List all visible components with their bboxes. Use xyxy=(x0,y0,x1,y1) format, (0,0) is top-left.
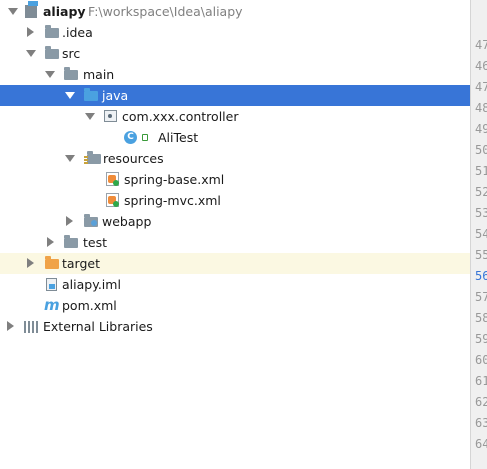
idea-label: .idea xyxy=(62,25,93,40)
class-label: AliTest xyxy=(158,130,199,145)
pom-label: pom.xml xyxy=(62,298,117,313)
line-number: 55 xyxy=(475,248,487,262)
line-number: 60 xyxy=(475,353,487,367)
package-icon xyxy=(104,110,117,122)
webapp-label: webapp xyxy=(102,214,152,229)
tree-node-spring-mvc[interactable]: spring-mvc.xml xyxy=(0,190,470,211)
iml-label: aliapy.iml xyxy=(62,277,121,292)
tree-node-target[interactable]: target xyxy=(0,253,470,274)
current-line-number: 56 xyxy=(475,269,487,283)
line-number: 64 xyxy=(475,437,487,451)
main-label: main xyxy=(83,67,115,82)
tree-node-idea[interactable]: .idea xyxy=(0,22,470,43)
excluded-folder-icon xyxy=(45,256,59,269)
class-c-icon: C xyxy=(124,131,137,144)
root-name: aliapy xyxy=(43,4,86,19)
resources-label: resources xyxy=(103,151,164,166)
package-label: com.xxx.controller xyxy=(122,109,239,124)
tree-node-root[interactable]: aliapy F:\workspace\Idea\aliapy xyxy=(0,1,470,22)
line-number: 49 xyxy=(475,122,487,136)
line-number: 52 xyxy=(475,185,487,199)
java-label: java xyxy=(102,88,129,103)
iml-file-icon xyxy=(46,278,57,291)
folder-icon xyxy=(45,25,59,38)
line-number: 53 xyxy=(475,206,487,220)
expand-arrow-icon[interactable] xyxy=(45,71,55,78)
line-number: 63 xyxy=(475,416,487,430)
target-label: target xyxy=(62,256,101,271)
spring-base-label: spring-base.xml xyxy=(124,172,225,187)
resources-folder-icon xyxy=(84,151,101,164)
expand-arrow-icon[interactable] xyxy=(85,113,95,120)
tree-node-pom[interactable]: m pom.xml xyxy=(0,295,470,316)
expand-arrow-icon[interactable] xyxy=(47,237,54,247)
src-label: src xyxy=(62,46,81,61)
access-lock-icon xyxy=(142,134,148,141)
expand-arrow-icon[interactable] xyxy=(7,321,14,331)
expand-arrow-icon[interactable] xyxy=(27,258,34,268)
line-number: 58 xyxy=(475,311,487,325)
line-number: 54 xyxy=(475,227,487,241)
line-number: 50 xyxy=(475,143,487,157)
spring-xml-icon xyxy=(106,193,119,207)
expand-arrow-icon[interactable] xyxy=(65,155,75,162)
tree-node-class[interactable]: C AliTest xyxy=(0,127,470,148)
tree-node-spring-base[interactable]: spring-base.xml xyxy=(0,169,470,190)
module-folder-icon xyxy=(25,1,38,18)
web-folder-icon xyxy=(84,214,98,227)
libraries-icon xyxy=(24,321,39,333)
tree-node-webapp[interactable]: webapp xyxy=(0,211,470,232)
folder-icon xyxy=(64,67,78,80)
line-number: 51 xyxy=(475,164,487,178)
folder-icon xyxy=(45,46,59,59)
tree-node-java[interactable]: java xyxy=(0,85,470,106)
line-number: 59 xyxy=(475,332,487,346)
tree-node-resources[interactable]: resources xyxy=(0,148,470,169)
folder-icon xyxy=(64,235,78,248)
editor-line-gutter: 47 46 47 48 49 50 51 52 53 54 55 56 57 5… xyxy=(470,0,487,469)
tree-node-main[interactable]: main xyxy=(0,64,470,85)
line-number: 47 xyxy=(475,38,487,52)
line-number: 62 xyxy=(475,395,487,409)
root-path: F:\workspace\Idea\aliapy xyxy=(88,4,243,19)
tree-node-external-libraries[interactable]: External Libraries xyxy=(0,316,470,337)
project-tree[interactable]: aliapy F:\workspace\Idea\aliapy .idea sr… xyxy=(0,0,470,469)
expand-arrow-icon[interactable] xyxy=(26,50,36,57)
tree-node-package[interactable]: com.xxx.controller xyxy=(0,106,470,127)
tree-node-iml[interactable]: aliapy.iml xyxy=(0,274,470,295)
expand-arrow-icon[interactable] xyxy=(27,27,34,37)
line-number: 47 xyxy=(475,80,487,94)
spring-xml-icon xyxy=(106,172,119,186)
tree-node-test[interactable]: test xyxy=(0,232,470,253)
line-number: 57 xyxy=(475,290,487,304)
expand-arrow-icon[interactable] xyxy=(66,216,73,226)
expand-arrow-icon[interactable] xyxy=(8,8,18,15)
line-number: 46 xyxy=(475,59,487,73)
spring-mvc-label: spring-mvc.xml xyxy=(124,193,221,208)
line-number: 61 xyxy=(475,374,487,388)
libraries-label: External Libraries xyxy=(43,319,153,334)
test-label: test xyxy=(83,235,108,250)
source-folder-icon xyxy=(84,88,98,101)
expand-arrow-icon[interactable] xyxy=(65,92,75,99)
line-number: 48 xyxy=(475,101,487,115)
tree-node-src[interactable]: src xyxy=(0,43,470,64)
maven-icon: m xyxy=(44,296,60,314)
